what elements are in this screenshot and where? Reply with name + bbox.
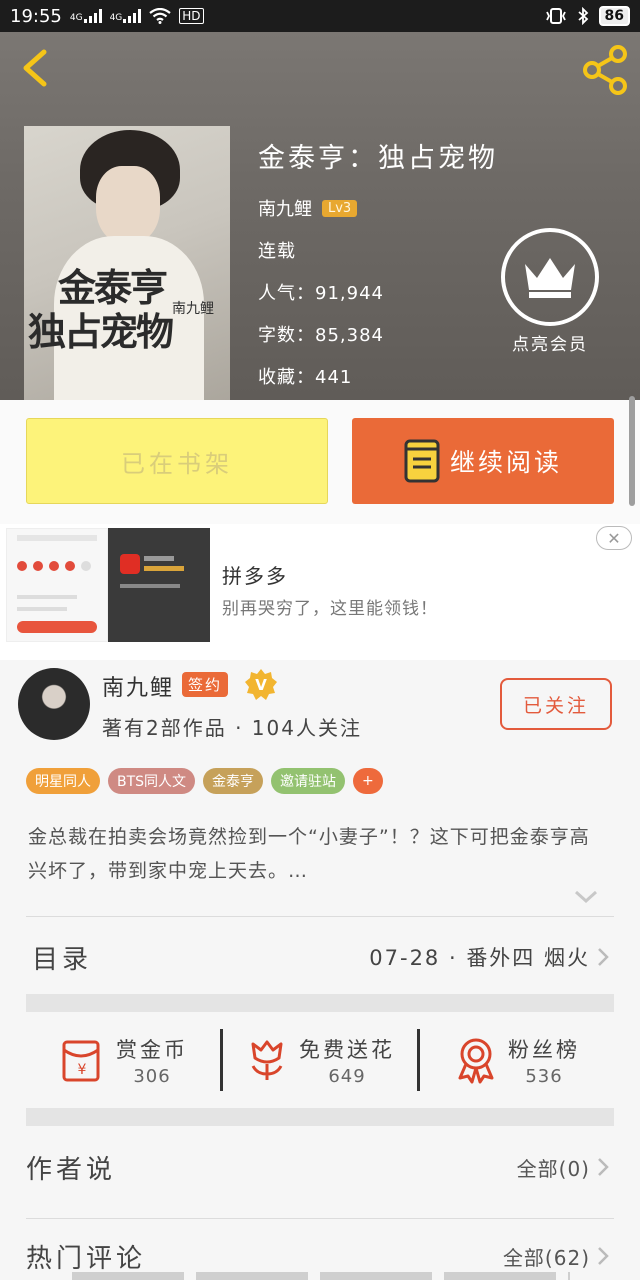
synopsis[interactable]: 金总裁在拍卖会场竟然捡到一个“小妻子”！？这下可把金泰亨高兴坏了，带到家中宠上天… <box>28 820 608 888</box>
crown-circle <box>501 228 599 326</box>
signal-icon-2: 4G <box>110 9 142 23</box>
author-level-badge: Lv3 <box>322 199 358 217</box>
wifi-icon <box>149 8 171 24</box>
book-detail-section: 南九鲤 签约 V 著有2部作品 · 104人关注 已关注 明星同人 BTS同人文金… <box>0 660 640 1280</box>
scrollbar[interactable] <box>629 396 635 506</box>
clock: 19:55 <box>10 5 62 27</box>
book-icon <box>404 439 440 483</box>
tag-list: 明星同人 BTS同人文 金泰亨 邀请驻站 + <box>26 768 383 794</box>
tag-chip[interactable]: 明星同人 <box>26 768 100 794</box>
crown-icon <box>525 258 575 298</box>
follow-button[interactable]: 已关注 <box>500 678 612 730</box>
back-arrow-icon <box>23 49 47 87</box>
action-bar: 已在书架 继续阅读 <box>0 400 640 524</box>
book-popularity: 人气：91,944 <box>258 283 384 304</box>
expand-chevron-icon[interactable] <box>572 888 600 906</box>
tag-chip[interactable]: 邀请驻站 <box>271 768 346 794</box>
author-avatar[interactable] <box>18 668 90 740</box>
author-says-title: 作者说 <box>26 1154 117 1185</box>
hd-indicator: HD <box>179 8 204 24</box>
book-author-line: 南九鲤 Lv3 <box>258 195 498 221</box>
divider <box>26 916 614 917</box>
chevron-right-icon <box>598 1158 609 1176</box>
verified-v-icon: V <box>245 669 277 700</box>
ribbon-medal-icon <box>458 1038 494 1084</box>
member-button[interactable]: 点亮会员 <box>500 228 600 355</box>
author-says-row[interactable]: 作者说 全部(0) <box>26 1122 614 1212</box>
add-tag-button[interactable]: + <box>353 768 383 794</box>
close-icon: ✕ <box>607 528 621 548</box>
book-cover[interactable]: 金泰亨 独占宠物 南九鲤 <box>24 126 230 400</box>
book-header: 金泰亨 独占宠物 南九鲤 金泰亨：独占宠物 南九鲤 Lv3 连载 人气：91,9… <box>0 32 640 400</box>
network-type: 4G <box>69 13 83 23</box>
continue-reading-label: 继续阅读 <box>449 448 562 477</box>
book-word-count: 字数：85,384 <box>258 325 384 346</box>
svg-text:¥: ¥ <box>78 1062 87 1078</box>
author-says-all: 全部(0) <box>516 1156 590 1181</box>
hot-comments-title: 热门评论 <box>26 1243 147 1274</box>
fan-ranking-value: 536 <box>525 1065 563 1087</box>
ad-image-left <box>6 528 108 642</box>
book-status: 连载 <box>258 241 296 262</box>
tag-chip[interactable]: 金泰亨 <box>203 768 264 794</box>
vibrate-icon <box>545 8 566 24</box>
fan-ranking-button[interactable]: 粉丝榜 536 <box>420 1034 614 1087</box>
reward-coins-button[interactable]: ¥ 赏金币 306 <box>26 1034 220 1087</box>
share-icon <box>583 45 627 95</box>
back-button[interactable] <box>14 46 58 90</box>
fan-ranking-label: 粉丝榜 <box>508 1037 580 1062</box>
book-info: 金泰亨：独占宠物 南九鲤 Lv3 连载 人气：91,944 字数：85,384 … <box>258 136 498 389</box>
hot-comments-row[interactable]: 热门评论 全部(62) <box>26 1216 614 1280</box>
reward-coins-value: 306 <box>133 1065 171 1087</box>
ad-title: 拼多多 <box>222 564 288 588</box>
signal-icon: 4G <box>70 9 102 23</box>
reward-bar: ¥ 赏金币 306 免费送花 649 粉丝榜 536 <box>26 1014 614 1106</box>
signed-badge: 签约 <box>182 672 229 697</box>
send-flower-button[interactable]: 免费送花 649 <box>223 1034 417 1087</box>
tag-chip[interactable]: BTS同人文 <box>108 768 196 794</box>
svg-text:V: V <box>255 676 267 694</box>
member-label: 点亮会员 <box>512 335 588 355</box>
hot-comments-all: 全部(62) <box>502 1245 590 1270</box>
book-favorites: 收藏：441 <box>258 367 353 388</box>
battery-indicator: 86 <box>598 6 630 26</box>
bluetooth-icon <box>577 7 588 25</box>
chevron-right-icon <box>598 1247 609 1265</box>
status-bar: 19:55 4G 4G HD 86 <box>0 0 640 32</box>
toc-label: 目录 <box>32 944 93 975</box>
ad-close-button[interactable]: ✕ <box>596 526 632 550</box>
ad-image-right <box>108 528 210 642</box>
send-flower-label: 免费送花 <box>299 1037 395 1062</box>
network-type-2: 4G <box>109 13 123 23</box>
section-separator <box>26 994 614 1012</box>
toc-latest-chapter: 07-28 · 番外四 烟火 <box>369 946 590 970</box>
cover-author: 南九鲤 <box>172 301 214 317</box>
continue-reading-button[interactable]: 继续阅读 <box>352 418 614 504</box>
author-name[interactable]: 南九鲤 <box>102 670 174 702</box>
book-title: 金泰亨：独占宠物 <box>258 143 498 174</box>
ad-banner[interactable]: 拼多多 别再哭穷了，这里能领钱！ ✕ <box>0 524 640 660</box>
red-envelope-icon: ¥ <box>62 1040 100 1082</box>
ad-description: 别再哭穷了，这里能领钱！ <box>222 599 438 619</box>
book-author[interactable]: 南九鲤 <box>258 195 312 221</box>
author-stats: 著有2部作品 · 104人关注 <box>102 716 362 740</box>
chevron-right-icon <box>598 948 609 966</box>
table-of-contents-row[interactable]: 目录 07-28 · 番外四 烟火 <box>26 918 614 996</box>
cover-title: 金泰亨 独占宠物 <box>28 265 174 354</box>
comment-preview-strip <box>72 1272 570 1280</box>
reward-coins-label: 赏金币 <box>116 1037 188 1062</box>
send-flower-value: 649 <box>328 1065 366 1087</box>
in-bookshelf-button[interactable]: 已在书架 <box>26 418 328 504</box>
flower-icon <box>251 1040 283 1080</box>
share-button[interactable] <box>580 44 632 96</box>
